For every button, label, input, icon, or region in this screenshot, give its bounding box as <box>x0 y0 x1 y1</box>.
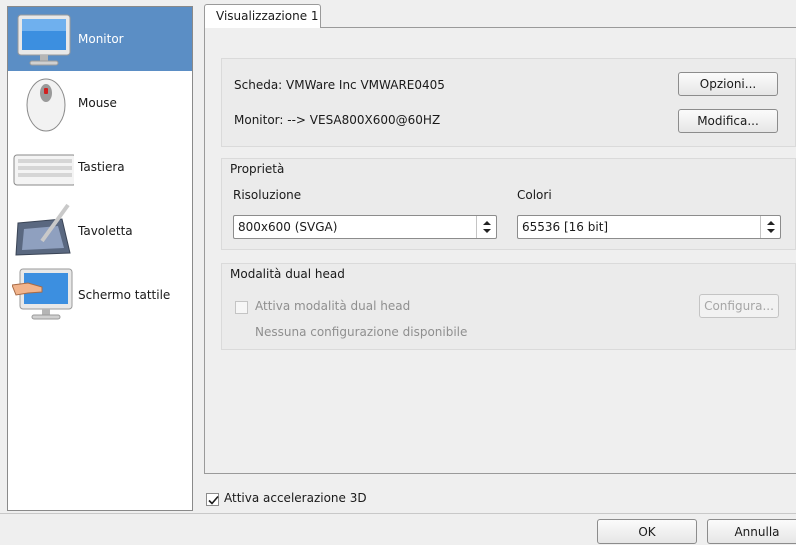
touchscreen-icon <box>11 265 74 325</box>
monitor-label: Monitor: --> VESA800X600@60HZ <box>234 113 441 127</box>
colors-select[interactable]: 65536 [16 bit] <box>517 215 781 239</box>
footer-divider <box>0 513 796 514</box>
sidebar-item-label: Monitor <box>78 32 124 46</box>
sidebar-item-label: Mouse <box>78 96 117 110</box>
accel-checkbox-label: Attiva accelerazione 3D <box>224 491 367 505</box>
dualhead-checkbox[interactable] <box>235 301 248 314</box>
dualhead-status: Nessuna configurazione disponibile <box>255 325 468 339</box>
colors-value: 65536 [16 bit] <box>522 220 609 234</box>
modify-button[interactable]: Modifica... <box>678 109 778 133</box>
sidebar-item-monitor[interactable]: Monitor <box>8 7 192 71</box>
tablet-icon <box>12 201 74 261</box>
sidebar-item-label: Schermo tattile <box>78 288 171 302</box>
sidebar-item-label: Tastiera <box>78 160 125 174</box>
resolution-label: Risoluzione <box>233 188 302 202</box>
cancel-button[interactable]: Annulla <box>707 519 796 544</box>
checkmark-icon <box>208 495 219 505</box>
properties-group: Proprietà Risoluzione Colori 800x600 (SV… <box>221 158 796 250</box>
resolution-select[interactable]: 800x600 (SVGA) <box>233 215 497 239</box>
keyboard-icon <box>12 137 77 197</box>
tab-label: Visualizzazione 1 <box>216 9 319 23</box>
resolution-value: 800x600 (SVGA) <box>238 220 338 234</box>
dualhead-title: Modalità dual head <box>230 267 345 281</box>
options-button[interactable]: Opzioni... <box>678 72 778 96</box>
sidebar-item-touchscreen[interactable]: Schermo tattile <box>8 263 192 327</box>
configure-button[interactable]: Configura... <box>699 294 779 318</box>
sidebar-item-tablet[interactable]: Tavoletta <box>8 199 192 263</box>
adapter-group: Scheda: VMWare Inc VMWARE0405 Monitor: -… <box>221 58 796 147</box>
sidebar-item-label: Tavoletta <box>78 224 133 238</box>
sidebar-item-mouse[interactable]: Mouse <box>8 71 192 135</box>
properties-title: Proprietà <box>230 162 285 176</box>
colors-label: Colori <box>517 188 552 202</box>
dualhead-group: Modalità dual head Attiva modalità dual … <box>221 263 796 350</box>
ok-button[interactable]: OK <box>597 519 697 544</box>
tab-visualizzazione-1[interactable]: Visualizzazione 1 <box>204 4 321 28</box>
sidebar-item-keyboard[interactable]: Tastiera <box>8 135 192 199</box>
updown-arrow-icon <box>476 216 496 238</box>
accel-checkbox[interactable] <box>206 493 219 506</box>
mouse-icon <box>12 73 74 133</box>
dualhead-checkbox-label: Attiva modalità dual head <box>255 299 411 313</box>
updown-arrow-icon <box>760 216 780 238</box>
monitor-icon <box>12 9 74 69</box>
device-sidebar: Monitor Mouse Tastiera Tavoletta Schermo… <box>7 6 193 511</box>
tab-panel: Scheda: VMWare Inc VMWARE0405 Monitor: -… <box>204 27 796 474</box>
card-label: Scheda: VMWare Inc VMWARE0405 <box>234 78 445 92</box>
